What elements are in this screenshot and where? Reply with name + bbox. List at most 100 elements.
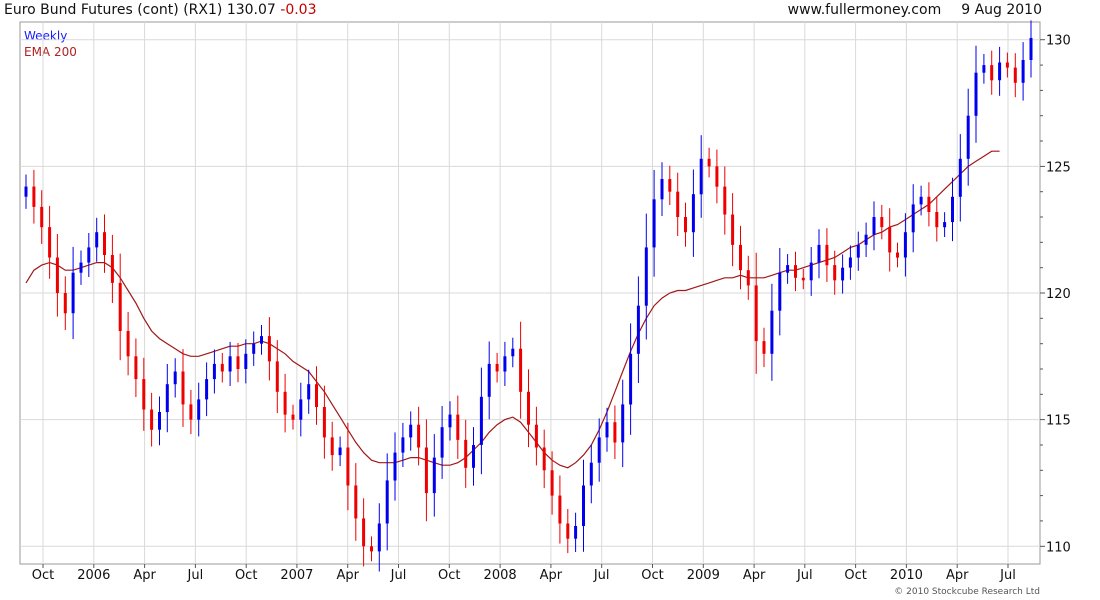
candle (126, 312, 130, 376)
candle (32, 169, 36, 224)
candle (699, 135, 703, 218)
candle-body (299, 399, 303, 420)
candle-body (417, 424, 421, 448)
candle-body (958, 158, 962, 197)
candle-body (503, 356, 507, 372)
x-tick-label: Jul (187, 568, 204, 583)
x-tick-label: Jul (593, 568, 610, 583)
candle-body (841, 267, 845, 281)
copyright-note: © 2010 Stockcube Research Ltd (894, 587, 1040, 597)
candle (770, 283, 774, 381)
candle (236, 343, 240, 383)
candle-body (511, 348, 515, 357)
x-tick-label: 2010 (890, 568, 923, 583)
candle-body (794, 265, 797, 278)
candle (998, 46, 1002, 96)
candle (982, 54, 986, 84)
candle-body (424, 447, 428, 494)
ema-200-line (25, 150, 1000, 469)
candle (267, 317, 271, 381)
candle-body (432, 457, 436, 494)
candle-body (754, 285, 758, 342)
candle-body (260, 336, 263, 344)
candle (519, 321, 523, 419)
candle (935, 197, 939, 242)
candle-body (833, 265, 837, 281)
candle (676, 172, 680, 236)
candle (911, 184, 915, 253)
candle (424, 419, 428, 522)
candle-body (998, 62, 1002, 81)
price-chart: 110 115 120 125 130 Oct 2006 Apr Jul Oct 2007 Apr J… (19, 20, 1071, 583)
candle-body (621, 404, 625, 443)
candle-body (181, 371, 185, 405)
candle-body (574, 526, 578, 539)
candle (707, 147, 711, 178)
candle (1029, 20, 1033, 78)
candle (385, 453, 389, 551)
candle (244, 339, 248, 384)
x-tick-label: Apr (540, 568, 563, 583)
candle-body (644, 247, 648, 306)
candle (691, 169, 695, 257)
candle (723, 166, 727, 235)
candle (103, 214, 106, 273)
candle (951, 177, 954, 242)
candle (479, 367, 483, 475)
candle-body (189, 404, 193, 420)
candle-body (487, 363, 491, 397)
candle (527, 369, 530, 448)
candle-body (393, 452, 397, 481)
candle (1021, 42, 1025, 101)
candle-body (173, 371, 177, 385)
candle (848, 245, 852, 280)
candle-body (126, 331, 130, 357)
candle-body (212, 363, 216, 380)
candle-body (911, 204, 915, 233)
candle-body (809, 262, 813, 281)
candle-body (409, 424, 413, 438)
candle-body (150, 409, 154, 430)
candle (393, 432, 397, 501)
candle (409, 411, 413, 451)
candle-body (731, 214, 735, 245)
x-tick-label: 2008 (484, 568, 517, 583)
candle (197, 382, 201, 437)
candle (974, 45, 978, 143)
candle (322, 385, 326, 459)
candle-body (307, 384, 311, 400)
candle-body (778, 272, 782, 311)
candle (731, 193, 735, 267)
candle-body (142, 379, 146, 410)
candle-body (495, 363, 499, 372)
candle-body (165, 384, 169, 413)
candle (809, 247, 813, 296)
x-tick-label: Apr (336, 568, 359, 583)
candle (660, 162, 664, 216)
candle (1013, 53, 1017, 98)
candle-body (951, 196, 954, 223)
candle (432, 434, 436, 517)
candle-body (943, 222, 947, 228)
candle-body (582, 485, 585, 526)
candle-body (228, 356, 232, 372)
candle-body (385, 480, 389, 524)
x-tick-label: Oct (641, 568, 663, 583)
candle-body (95, 232, 99, 248)
candle (205, 362, 209, 417)
x-tick-label: 2007 (280, 568, 313, 583)
candle-body (40, 206, 44, 228)
candle-body (283, 391, 287, 415)
candle (794, 251, 797, 292)
candle (87, 233, 91, 277)
x-tick-label: Oct (438, 568, 460, 583)
y-tick-label: 130 (1046, 34, 1071, 49)
candle (283, 373, 287, 433)
candle (495, 352, 499, 383)
candle-body (558, 495, 562, 524)
candle-body (746, 270, 750, 286)
candle-body (1021, 60, 1025, 83)
candle-body (856, 244, 860, 258)
candle (346, 422, 350, 511)
candle-body (534, 424, 538, 448)
